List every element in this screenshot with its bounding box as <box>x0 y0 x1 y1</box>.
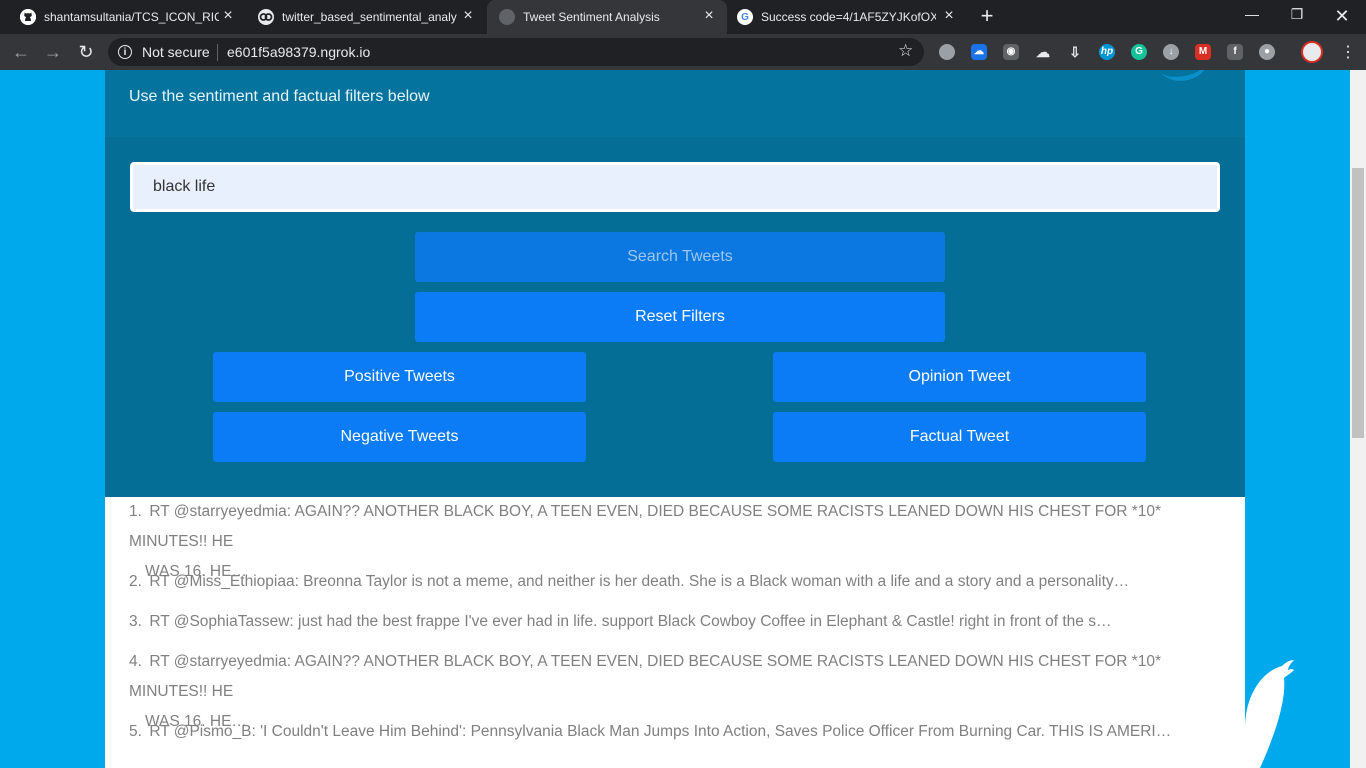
search-tweets-button[interactable]: Search Tweets <box>415 232 945 282</box>
tweet-text: RT @starryeyedmia: AGAIN?? ANOTHER BLACK… <box>129 503 1162 550</box>
list-item: 3. RT @SophiaTassew: just had the best f… <box>129 607 1219 637</box>
tweet-results: 1. RT @starryeyedmia: AGAIN?? ANOTHER BL… <box>105 497 1245 768</box>
close-icon[interactable]: × <box>701 8 717 24</box>
tab-strip: shantamsultania/TCS_ICON_RIO- × twitter_… <box>0 0 1366 34</box>
mega-icon[interactable]: M <box>1195 44 1211 60</box>
tab-title: Success code=4/1AF5ZYJKofOXk <box>761 10 936 24</box>
negative-tweets-button[interactable]: Negative Tweets <box>213 412 586 462</box>
list-number: 3. <box>129 613 142 630</box>
list-number: 2. <box>129 573 142 590</box>
list-number: 1. <box>129 503 142 520</box>
list-number: 4. <box>129 653 142 670</box>
forward-icon[interactable]: → <box>42 41 64 63</box>
tab-tweet-sentiment[interactable]: Tweet Sentiment Analysis × <box>487 0 727 34</box>
profile-avatar[interactable] <box>1301 41 1323 63</box>
tweet-text: RT @Miss_Ethiopiaa: Breonna Taylor is no… <box>149 573 1130 590</box>
minimize-icon[interactable]: — <box>1240 6 1264 26</box>
cloud-extension-icon[interactable]: ☁ <box>971 44 987 60</box>
omnibox-divider <box>217 44 218 61</box>
reset-filters-button[interactable]: Reset Filters <box>415 292 945 342</box>
factual-tweet-button[interactable]: Factual Tweet <box>773 412 1146 462</box>
bookmark-star-icon[interactable]: ☆ <box>898 41 913 61</box>
reload-icon[interactable]: ↻ <box>75 41 97 63</box>
download-icon[interactable]: ↓ <box>1163 44 1179 60</box>
tweet-text: RT @Pismo_B: 'I Couldn't Leave Him Behin… <box>149 723 1172 740</box>
tab-title: Tweet Sentiment Analysis <box>523 10 660 24</box>
extension-icon[interactable] <box>939 44 955 60</box>
twitter-bird-icon <box>1160 70 1205 81</box>
github-icon <box>20 9 36 25</box>
close-icon[interactable]: × <box>460 8 476 24</box>
download-cloud-icon[interactable]: ⇩ <box>1067 44 1083 60</box>
twitter-bird-icon <box>1245 660 1294 768</box>
upload-cloud-icon[interactable]: ☁ <box>1035 44 1051 60</box>
globe-icon <box>499 9 515 25</box>
close-icon[interactable]: × <box>941 8 957 24</box>
scrollbar-thumb[interactable] <box>1352 168 1364 438</box>
restore-icon[interactable]: ❐ <box>1285 6 1309 26</box>
tab-github[interactable]: shantamsultania/TCS_ICON_RIO- × <box>0 0 246 34</box>
close-icon[interactable]: × <box>220 8 236 24</box>
list-item: 5. RT @Pismo_B: 'I Couldn't Leave Him Be… <box>129 717 1219 747</box>
info-icon[interactable]: i <box>118 45 132 59</box>
list-item: 2. RT @Miss_Ethiopiaa: Breonna Taylor is… <box>129 567 1219 597</box>
hp-icon[interactable]: hp <box>1099 44 1115 60</box>
tweet-text: RT @SophiaTassew: just had the best frap… <box>149 613 1112 630</box>
tab-colab[interactable]: twitter_based_sentimental_analys × <box>246 0 486 34</box>
url-text[interactable]: e601f5a98379.ngrok.io <box>227 44 370 60</box>
tab-title: shantamsultania/TCS_ICON_RIO- <box>44 10 219 24</box>
google-icon: G <box>737 9 753 25</box>
security-label[interactable]: Not secure <box>142 44 210 60</box>
tab-title: twitter_based_sentimental_analys <box>282 10 457 24</box>
window-close-icon[interactable]: ✕ <box>1330 6 1354 26</box>
opinion-tweet-button[interactable]: Opinion Tweet <box>773 352 1146 402</box>
more-menu-icon[interactable]: ⋮ <box>1340 42 1356 62</box>
tweet-text: RT @starryeyedmia: AGAIN?? ANOTHER BLACK… <box>129 653 1162 700</box>
new-tab-button[interactable]: + <box>976 5 998 27</box>
facebook-icon[interactable]: f <box>1227 44 1243 60</box>
page-subtitle: Use the sentiment and factual filters be… <box>129 88 430 105</box>
record-icon[interactable]: ● <box>1259 44 1275 60</box>
colab-icon <box>258 9 274 25</box>
tab-google[interactable]: G Success code=4/1AF5ZYJKofOXk × <box>727 0 967 34</box>
page-viewport: Use the sentiment and factual filters be… <box>0 70 1350 768</box>
spy-extension-icon[interactable]: ◉ <box>1003 44 1019 60</box>
grammarly-icon[interactable]: G <box>1131 44 1147 60</box>
positive-tweets-button[interactable]: Positive Tweets <box>213 352 586 402</box>
back-icon[interactable]: ← <box>10 41 32 63</box>
list-number: 5. <box>129 723 142 740</box>
search-input[interactable] <box>130 162 1220 212</box>
